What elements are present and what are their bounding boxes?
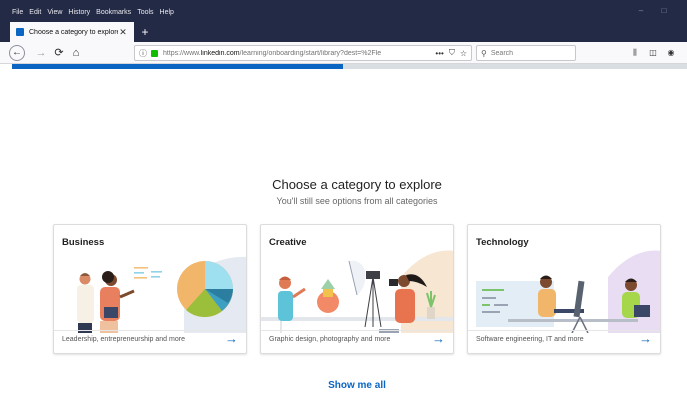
linkedin-favicon-icon — [16, 28, 24, 36]
menu-view[interactable]: View — [47, 9, 62, 16]
pocket-icon[interactable]: ⛉ — [449, 48, 455, 58]
navigation-toolbar: ← → ⟳ ⌂ ⓘ https://www.linkedin.com/learn… — [0, 42, 687, 64]
tab-active[interactable]: Choose a category to explore ✕ — [10, 22, 134, 42]
url-domain: linkedin.com — [200, 49, 240, 57]
page-progress-fill — [12, 64, 343, 69]
menu-edit[interactable]: Edit — [29, 9, 41, 16]
page-actions-icon[interactable]: ••• — [435, 49, 443, 58]
arrow-right-icon[interactable]: → — [432, 332, 445, 346]
menu-tools[interactable]: Tools — [137, 9, 153, 16]
forward-button[interactable]: → — [33, 45, 49, 61]
menu-history[interactable]: History — [68, 9, 90, 16]
tab-strip: Choose a category to explore ✕ + — [0, 22, 687, 42]
creative-illustration — [261, 250, 453, 333]
url-path: /learning/onboarding/start/library?dest=… — [239, 49, 382, 57]
category-card-creative[interactable]: Creative Graphic design, photography and… — [260, 224, 454, 354]
card-divider — [54, 330, 246, 331]
search-icon: ⚲ — [481, 48, 487, 58]
technology-illustration — [476, 250, 660, 333]
back-button[interactable]: ← — [9, 45, 25, 61]
minimize-icon[interactable]: – — [637, 7, 645, 15]
page-subtitle: You'll still see options from all catego… — [276, 196, 438, 206]
page-title: Choose a category to explore — [272, 177, 442, 192]
show-all-link[interactable]: Show me all — [0, 380, 687, 391]
card-description: Leadership, entrepreneurship and more — [62, 336, 185, 343]
menu-bookmarks[interactable]: Bookmarks — [96, 9, 131, 16]
lock-icon[interactable] — [151, 49, 158, 57]
menu-help[interactable]: Help — [160, 9, 174, 16]
reload-button[interactable]: ⟳ — [51, 45, 67, 61]
card-description: Graphic design, photography and more — [269, 336, 391, 343]
menu-bar: File Edit View History Bookmarks Tools H… — [0, 0, 687, 22]
page-progress-bar — [12, 64, 687, 69]
close-icon[interactable]: ✕ — [118, 27, 128, 38]
address-bar[interactable]: ⓘ https://www.linkedin.com/learning/onbo… — [134, 45, 472, 61]
library-icon[interactable]: ⫼ — [629, 47, 641, 59]
business-illustration — [77, 256, 246, 333]
menu-list: File Edit View History Bookmarks Tools H… — [12, 9, 174, 16]
search-input[interactable] — [490, 49, 571, 57]
category-card-business[interactable]: Business Leadership, entrepreneurship an… — [53, 224, 247, 354]
arrow-right-icon[interactable]: → — [639, 332, 652, 346]
category-card-technology[interactable]: Technology Software engineering, IT and … — [467, 224, 661, 354]
arrow-right-icon[interactable]: → — [225, 332, 238, 346]
card-divider — [468, 330, 660, 331]
info-icon[interactable]: ⓘ — [139, 48, 147, 59]
card-divider — [261, 330, 453, 331]
new-tab-icon[interactable]: + — [139, 25, 151, 39]
bookmark-star-icon[interactable]: ☆ — [460, 49, 467, 58]
maximize-icon[interactable]: □ — [660, 7, 668, 15]
card-description: Software engineering, IT and more — [476, 336, 584, 343]
search-box[interactable]: ⚲ — [476, 45, 576, 61]
browser-window: File Edit View History Bookmarks Tools H… — [0, 0, 687, 393]
tab-title: Choose a category to explore — [29, 28, 118, 36]
sidebar-icon[interactable]: ◫ — [647, 47, 659, 59]
url-prefix: https://www. — [163, 49, 201, 57]
home-button[interactable]: ⌂ — [68, 45, 84, 61]
menu-file[interactable]: File — [12, 9, 23, 16]
url-text[interactable]: https://www.linkedin.com/learning/onboar… — [163, 50, 430, 57]
account-icon[interactable]: ◉ — [665, 47, 677, 59]
